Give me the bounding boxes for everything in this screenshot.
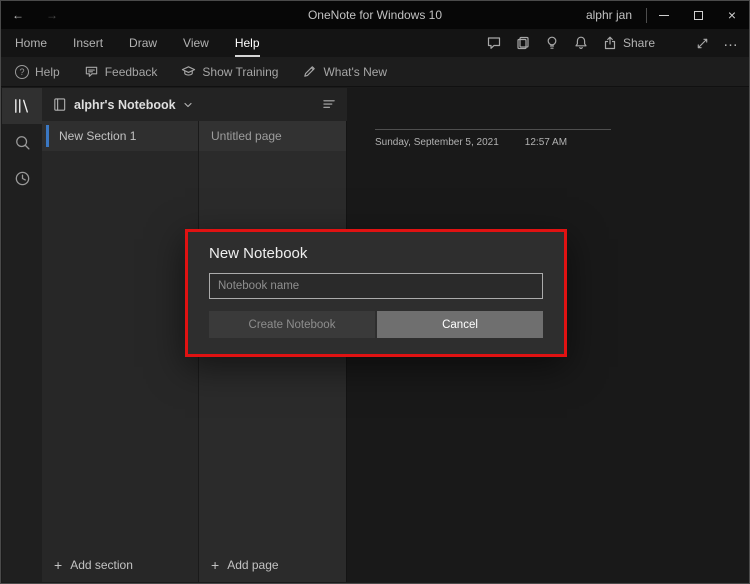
add-page-button[interactable]: + Add page [199, 548, 346, 582]
notebook-switcher[interactable]: alphr's Notebook [74, 98, 176, 112]
search-rail-button[interactable] [2, 124, 42, 160]
question-icon: ? [15, 64, 29, 79]
notebook-name-input[interactable] [209, 273, 543, 299]
clock-icon [15, 171, 29, 185]
notebooks-rail-button[interactable] [2, 88, 42, 124]
maximize-icon [693, 10, 703, 20]
tab-draw[interactable]: Draw [129, 29, 157, 57]
chevron-down-icon[interactable] [183, 100, 193, 110]
feedback-label: Feedback [104, 64, 158, 79]
share-icon [604, 36, 616, 50]
tab-help[interactable]: Help [234, 29, 260, 57]
arrow-right-icon: → [46, 8, 58, 22]
notifications-button[interactable] [573, 35, 589, 51]
question-glyph: ? [19, 66, 25, 77]
share-label: Share [622, 36, 655, 50]
dialog-buttons: Create Notebook Cancel [209, 311, 543, 338]
titlebar-right: alphr jan × [586, 1, 749, 29]
ribbon-tabs: Home Insert Draw View Help Share … [1, 29, 749, 57]
section-label: New Section 1 [59, 129, 137, 143]
create-notebook-button[interactable]: Create Notebook [209, 311, 375, 338]
add-page-label: Add page [227, 558, 279, 572]
whats-new-label: What's New [323, 64, 388, 79]
close-button[interactable]: × [715, 1, 749, 29]
pages-button[interactable] [515, 35, 531, 51]
search-icon [15, 135, 30, 150]
feedback-chat-button[interactable] [486, 35, 502, 51]
add-section-label: Add section [70, 558, 133, 572]
chat-icon [487, 37, 501, 49]
whats-new-button[interactable]: What's New [302, 64, 387, 79]
page-label: Untitled page [211, 129, 282, 143]
notebook-header: alphr's Notebook [42, 88, 347, 121]
dialog-title: New Notebook [209, 245, 308, 262]
close-icon: × [727, 7, 737, 23]
minimize-button[interactable] [647, 1, 681, 29]
section-color-bar [46, 125, 49, 147]
minimize-icon [659, 14, 669, 16]
quick-actions: Share … [486, 29, 749, 57]
plus-icon: + [54, 557, 63, 573]
pencil-icon [304, 66, 316, 77]
fullscreen-button[interactable] [695, 36, 710, 51]
page-time: 12:57 AM [524, 137, 568, 148]
help-label: Help [35, 64, 60, 79]
graduation-cap-icon [182, 66, 196, 76]
show-training-label: Show Training [202, 64, 279, 79]
cancel-button[interactable]: Cancel [377, 311, 543, 338]
share-button[interactable]: Share [602, 35, 655, 51]
section-item[interactable]: New Section 1 [42, 121, 198, 151]
tab-home[interactable]: Home [15, 29, 47, 57]
app-window: ← → OneNote for Windows 10 alphr jan × H… [0, 0, 750, 584]
plus-icon: + [211, 557, 220, 573]
arrow-left-icon: ← [12, 8, 24, 22]
new-notebook-dialog: New Notebook Create Notebook Cancel [185, 229, 567, 357]
expand-diagonal-icon [697, 38, 708, 48]
tips-button[interactable] [544, 35, 560, 51]
maximize-button[interactable] [681, 1, 715, 29]
recent-rail-button[interactable] [2, 160, 42, 196]
sort-icon[interactable] [322, 97, 337, 112]
add-section-button[interactable]: + Add section [42, 548, 198, 582]
sections-list: New Section 1 [42, 121, 198, 548]
tab-view[interactable]: View [183, 29, 209, 57]
bell-icon [575, 36, 587, 49]
lightbulb-icon [547, 36, 557, 49]
page-item[interactable]: Untitled page [199, 121, 346, 151]
notebook-icon [54, 98, 66, 111]
account-button[interactable]: alphr jan [586, 8, 632, 22]
sections-panel: New Section 1 + Add section [42, 121, 199, 582]
tab-insert[interactable]: Insert [73, 29, 103, 57]
pages-icon [517, 36, 529, 50]
app-rail [2, 88, 42, 582]
ellipsis-icon: … [723, 32, 739, 50]
back-button[interactable]: ← [1, 1, 35, 29]
titlebar: ← → OneNote for Windows 10 alphr jan × [1, 1, 749, 29]
speech-bubble-icon [85, 66, 97, 77]
page-header-rule: Sunday, September 5, 2021 12:57 AM [375, 129, 611, 148]
forward-button[interactable]: → [35, 1, 69, 29]
more-button[interactable]: … [723, 33, 739, 54]
page-date: Sunday, September 5, 2021 [375, 137, 499, 148]
library-icon [15, 99, 28, 113]
help-button[interactable]: ? Help [15, 64, 60, 79]
feedback-button[interactable]: Feedback [84, 64, 158, 79]
show-training-button[interactable]: Show Training [181, 64, 278, 79]
ribbon-commands: ? Help Feedback Show Training What's New [1, 57, 749, 87]
